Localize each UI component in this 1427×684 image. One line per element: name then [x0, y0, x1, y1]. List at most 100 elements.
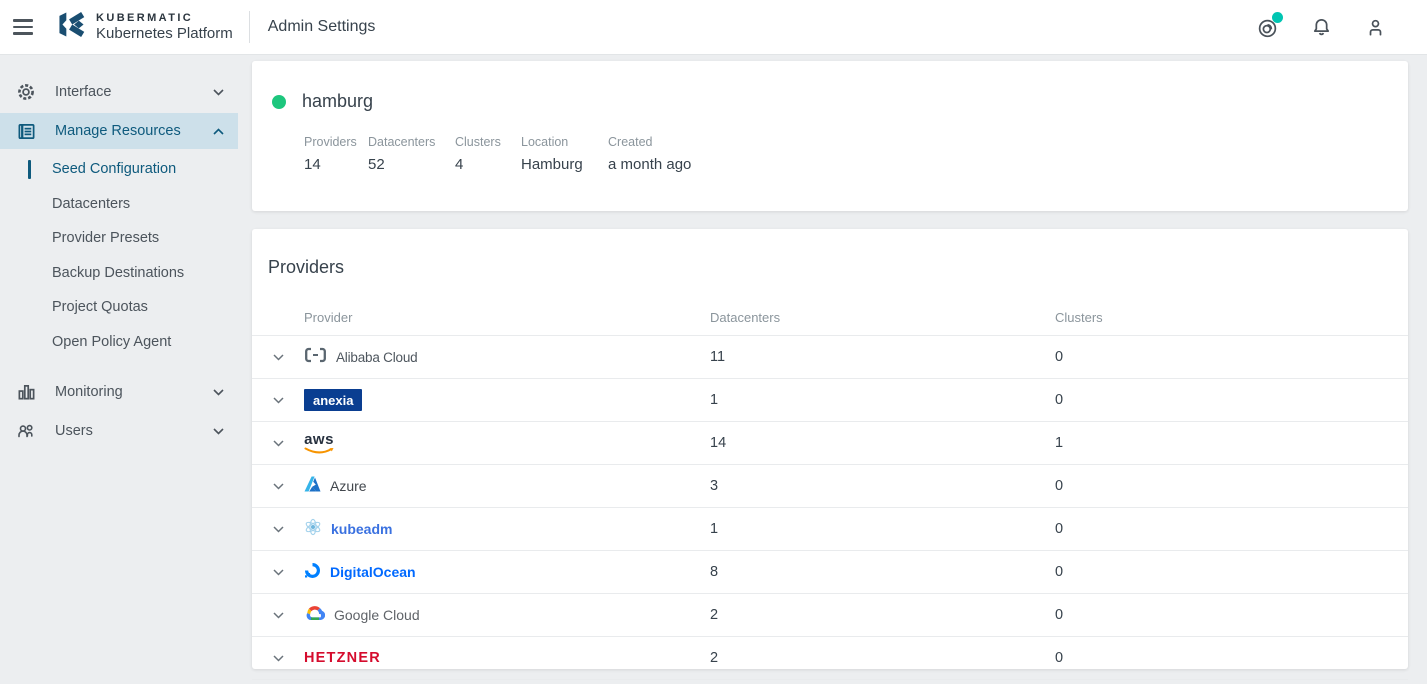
- sidebar-item-label: Monitoring: [55, 384, 213, 400]
- sidebar-item-open-policy-agent[interactable]: Open Policy Agent: [0, 325, 238, 360]
- sidebar-item-label: Open Policy Agent: [52, 334, 171, 350]
- stat-location: Location Hamburg: [521, 135, 608, 173]
- clusters-count: 0: [1055, 521, 1392, 537]
- alibaba-cloud-logo-icon: [304, 347, 327, 367]
- table-header-row: Provider Datacenters Clusters: [252, 300, 1408, 336]
- table-row[interactable]: Google Cloud 2 0: [252, 594, 1408, 637]
- providers-card-title: Providers: [252, 257, 1408, 278]
- sidebar-item-provider-presets[interactable]: Provider Presets: [0, 221, 238, 256]
- providers-card: Providers Provider Datacenters Clusters: [252, 229, 1408, 669]
- provider-name: Azure: [330, 478, 367, 494]
- stat-datacenters: Datacenters 52: [368, 135, 455, 173]
- sidebar-item-manage-resources[interactable]: Manage Resources: [0, 113, 238, 149]
- expand-row-icon[interactable]: [268, 648, 288, 668]
- hetzner-logo: HETZNER: [304, 650, 381, 666]
- notification-badge: [1272, 12, 1283, 23]
- anexia-logo: anexia: [304, 389, 362, 411]
- sidebar-item-project-quotas[interactable]: Project Quotas: [0, 290, 238, 325]
- aws-logo: aws: [304, 432, 334, 455]
- kubermatic-logo[interactable]: KUBERMATIC Kubernetes Platform: [56, 9, 233, 45]
- sidebar-item-users[interactable]: Users: [0, 413, 238, 449]
- expand-row-icon[interactable]: [268, 605, 288, 625]
- sidebar-item-label: Datacenters: [52, 196, 130, 212]
- bar-chart-icon: [16, 382, 36, 402]
- sidebar-item-label: Backup Destinations: [52, 265, 184, 281]
- page-title: Admin Settings: [268, 18, 376, 36]
- expand-row-icon[interactable]: [268, 433, 288, 453]
- sidebar-item-label: Seed Configuration: [52, 161, 176, 177]
- sidebar-item-label: Project Quotas: [52, 299, 148, 315]
- sidebar-item-seed-configuration[interactable]: Seed Configuration: [0, 152, 238, 187]
- provider-name: DigitalOcean: [330, 564, 416, 580]
- sidebar-item-interface[interactable]: Interface: [0, 74, 238, 110]
- kubeadm-logo-icon: [304, 518, 322, 540]
- datacenters-count: 11: [710, 349, 1055, 365]
- azure-logo-icon: [304, 476, 321, 496]
- providers-table: Provider Datacenters Clusters: [252, 300, 1408, 680]
- sidebar-item-backup-destinations[interactable]: Backup Destinations: [0, 256, 238, 291]
- users-icon: [16, 421, 36, 441]
- expand-row-icon[interactable]: [268, 390, 288, 410]
- google-cloud-logo-icon: [304, 605, 325, 626]
- top-bar: KUBERMATIC Kubernetes Platform Admin Set…: [0, 0, 1427, 55]
- expand-row-icon[interactable]: [268, 519, 288, 539]
- bell-icon[interactable]: [1309, 15, 1333, 39]
- list-icon: [16, 121, 36, 141]
- provider-name: kubeadm: [331, 521, 392, 537]
- datacenters-count: 14: [710, 435, 1055, 451]
- clusters-count: 0: [1055, 564, 1392, 580]
- provider-name: Alibaba Cloud: [336, 350, 417, 365]
- sidebar-item-label: Users: [55, 423, 213, 439]
- changelog-icon[interactable]: [1255, 15, 1279, 39]
- clusters-count: 1: [1055, 435, 1392, 451]
- datacenters-count: 8: [710, 564, 1055, 580]
- table-row[interactable]: kubeadm 1 0: [252, 508, 1408, 551]
- menu-toggle-button[interactable]: [0, 0, 46, 55]
- datacenters-count: 1: [710, 521, 1055, 537]
- expand-row-icon[interactable]: [268, 347, 288, 367]
- table-row[interactable]: DigitalOcean 8 0: [252, 551, 1408, 594]
- clusters-count: 0: [1055, 349, 1392, 365]
- table-row[interactable]: HETZNER 2 0: [252, 637, 1408, 680]
- user-icon[interactable]: [1363, 15, 1387, 39]
- stat-providers: Providers 14: [304, 135, 368, 173]
- datacenters-count: 2: [710, 650, 1055, 666]
- column-header-datacenters: Datacenters: [710, 310, 1055, 325]
- column-header-clusters: Clusters: [1055, 310, 1392, 325]
- brand-subtitle: Kubernetes Platform: [96, 25, 233, 42]
- seed-summary-card: hamburg Providers 14 Datacenters 52 Clus…: [252, 61, 1408, 211]
- expand-row-icon[interactable]: [268, 476, 288, 496]
- sidebar-item-label: Provider Presets: [52, 230, 159, 246]
- sidebar-item-datacenters[interactable]: Datacenters: [0, 187, 238, 222]
- seed-status-icon: [272, 95, 286, 109]
- clusters-count: 0: [1055, 478, 1392, 494]
- stat-created: Created a month ago: [608, 135, 711, 173]
- expand-row-icon[interactable]: [268, 562, 288, 582]
- sidebar-item-label: Manage Resources: [55, 123, 213, 139]
- chevron-down-icon: [213, 389, 224, 396]
- stat-clusters: Clusters 4: [455, 135, 521, 173]
- chevron-down-icon: [213, 89, 224, 96]
- sidebar-item-label: Interface: [55, 84, 213, 100]
- aws-smile-icon: [304, 447, 334, 455]
- chevron-down-icon: [213, 428, 224, 435]
- seed-stats: Providers 14 Datacenters 52 Clusters 4 L…: [304, 135, 1408, 173]
- datacenters-count: 1: [710, 392, 1055, 408]
- table-row[interactable]: anexia 1 0: [252, 379, 1408, 422]
- topbar-divider: [249, 11, 250, 43]
- table-row[interactable]: aws 14 1: [252, 422, 1408, 465]
- provider-name: Google Cloud: [334, 607, 420, 623]
- active-indicator: [28, 160, 31, 179]
- main-content: hamburg Providers 14 Datacenters 52 Clus…: [238, 55, 1427, 684]
- chevron-up-icon: [213, 128, 224, 135]
- brand-name: KUBERMATIC: [96, 12, 233, 25]
- clusters-count: 0: [1055, 650, 1392, 666]
- clusters-count: 0: [1055, 607, 1392, 623]
- sidebar: Interface Manage Resources Seed Configur…: [0, 55, 238, 684]
- clusters-count: 0: [1055, 392, 1392, 408]
- seed-name: hamburg: [302, 91, 373, 112]
- table-row[interactable]: Azure 3 0: [252, 465, 1408, 508]
- sidebar-item-monitoring[interactable]: Monitoring: [0, 374, 238, 410]
- table-row[interactable]: Alibaba Cloud 11 0: [252, 336, 1408, 379]
- provider-name: aws: [304, 432, 334, 447]
